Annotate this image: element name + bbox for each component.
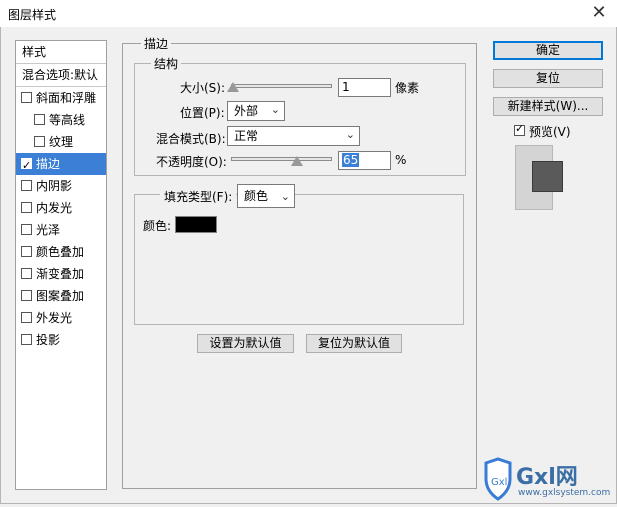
close-button[interactable]: ✕ — [586, 3, 612, 23]
style-item-label: 等高线 — [49, 113, 86, 127]
style-item[interactable]: 内发光 — [16, 197, 106, 219]
style-item-checkbox[interactable] — [21, 92, 32, 103]
reset-button[interactable]: 复位 — [493, 69, 603, 88]
opacity-value: 65 — [342, 153, 360, 167]
style-item[interactable]: 颜色叠加 — [16, 241, 106, 263]
fill-type-label: 填充类型(F): — [160, 188, 237, 205]
style-item-label: 内发光 — [36, 201, 73, 215]
style-item[interactable]: 等高线 — [16, 109, 106, 131]
style-item-label: 内阴影 — [36, 179, 73, 193]
watermark-url: www.gxlsystem.com — [518, 488, 611, 498]
style-item-checkbox[interactable] — [21, 202, 32, 213]
fill-type-select[interactable]: 颜色 ⌄ — [237, 184, 295, 208]
style-item-checkbox[interactable] — [21, 312, 32, 323]
preview-swatch — [532, 161, 563, 192]
style-item-label: 渐变叠加 — [36, 267, 85, 281]
opacity-unit: % — [395, 153, 407, 167]
blend-mode-select[interactable]: 正常 ⌄ — [227, 126, 360, 146]
watermark-title: Gxl网 — [516, 465, 578, 490]
position-label: 位置(P): — [180, 106, 225, 120]
set-default-button[interactable]: 设置为默认值 — [197, 334, 294, 353]
size-input[interactable]: 1 — [338, 78, 391, 97]
reset-default-button[interactable]: 复位为默认值 — [306, 334, 402, 353]
style-item-label: 光泽 — [36, 223, 61, 237]
style-item[interactable]: 光泽 — [16, 219, 106, 241]
style-item[interactable]: 渐变叠加 — [16, 263, 106, 285]
position-value: 外部 — [234, 104, 259, 118]
watermark: Gxl Gxl网 www.gxlsystem.com — [478, 457, 617, 504]
opacity-slider-thumb[interactable] — [290, 156, 303, 166]
color-label: 颜色: — [143, 219, 172, 233]
style-item-checkbox[interactable] — [21, 268, 32, 279]
style-item-label: 纹理 — [49, 135, 74, 149]
style-item-label: 投影 — [36, 333, 61, 347]
fill-group — [134, 194, 464, 325]
style-item-label: 斜面和浮雕 — [36, 91, 97, 105]
chevron-down-icon: ⌄ — [345, 128, 355, 141]
opacity-input[interactable]: 65 — [338, 151, 391, 170]
style-item-label: 颜色叠加 — [36, 245, 85, 259]
structure-group-title: 结构 — [151, 55, 182, 72]
color-swatch[interactable] — [175, 216, 217, 233]
style-item-checkbox[interactable] — [21, 246, 32, 257]
style-item[interactable]: 斜面和浮雕 — [16, 87, 106, 109]
style-item-label: 外发光 — [36, 311, 73, 325]
opacity-label: 不透明度(O): — [156, 155, 227, 169]
opacity-slider-track[interactable] — [231, 157, 332, 161]
style-list: 样式 混合选项:默认 斜面和浮雕等高线纹理描边内阴影内发光光泽颜色叠加渐变叠加图… — [15, 40, 107, 490]
style-item-checkbox[interactable] — [21, 224, 32, 235]
style-item-label: 描边 — [36, 157, 61, 171]
style-item[interactable]: 内阴影 — [16, 175, 106, 197]
size-unit: 像素 — [395, 81, 420, 95]
style-item-checkbox[interactable] — [34, 136, 45, 147]
style-item-checkbox[interactable] — [21, 180, 32, 191]
position-select[interactable]: 外部 ⌄ — [227, 101, 285, 121]
window-title: 图层样式 — [8, 8, 57, 22]
chevron-down-icon: ⌄ — [280, 190, 290, 203]
stroke-group-title: 描边 — [141, 35, 172, 52]
size-label: 大小(S): — [180, 81, 226, 95]
title-bar — [0, 0, 617, 27]
blend-mode-value: 正常 — [234, 129, 259, 143]
size-slider-track[interactable] — [231, 84, 332, 88]
preview-label: 预览(V) — [529, 125, 571, 139]
style-item[interactable]: 投影 — [16, 329, 106, 351]
style-item-label: 图案叠加 — [36, 289, 85, 303]
chevron-down-icon: ⌄ — [270, 103, 280, 116]
preview-checkbox[interactable] — [514, 122, 525, 136]
size-slider-thumb[interactable] — [227, 82, 240, 92]
style-item[interactable]: 纹理 — [16, 131, 106, 153]
style-item[interactable]: 描边 — [16, 153, 106, 175]
style-item-checkbox[interactable] — [21, 290, 32, 301]
fill-type-value: 颜色 — [244, 189, 269, 203]
style-item-checkbox[interactable] — [34, 114, 45, 125]
new-style-button[interactable]: 新建样式(W)... — [493, 97, 603, 116]
blend-options-item[interactable]: 混合选项:默认 — [16, 64, 106, 86]
style-item-checkbox[interactable] — [21, 334, 32, 345]
style-list-header: 样式 — [22, 45, 47, 59]
style-item-checkbox[interactable] — [21, 155, 32, 175]
blend-mode-label: 混合模式(B): — [156, 132, 226, 146]
style-item[interactable]: 外发光 — [16, 307, 106, 329]
ok-button[interactable]: 确定 — [493, 41, 603, 60]
svg-text:Gxl: Gxl — [491, 477, 507, 488]
style-item[interactable]: 图案叠加 — [16, 285, 106, 307]
